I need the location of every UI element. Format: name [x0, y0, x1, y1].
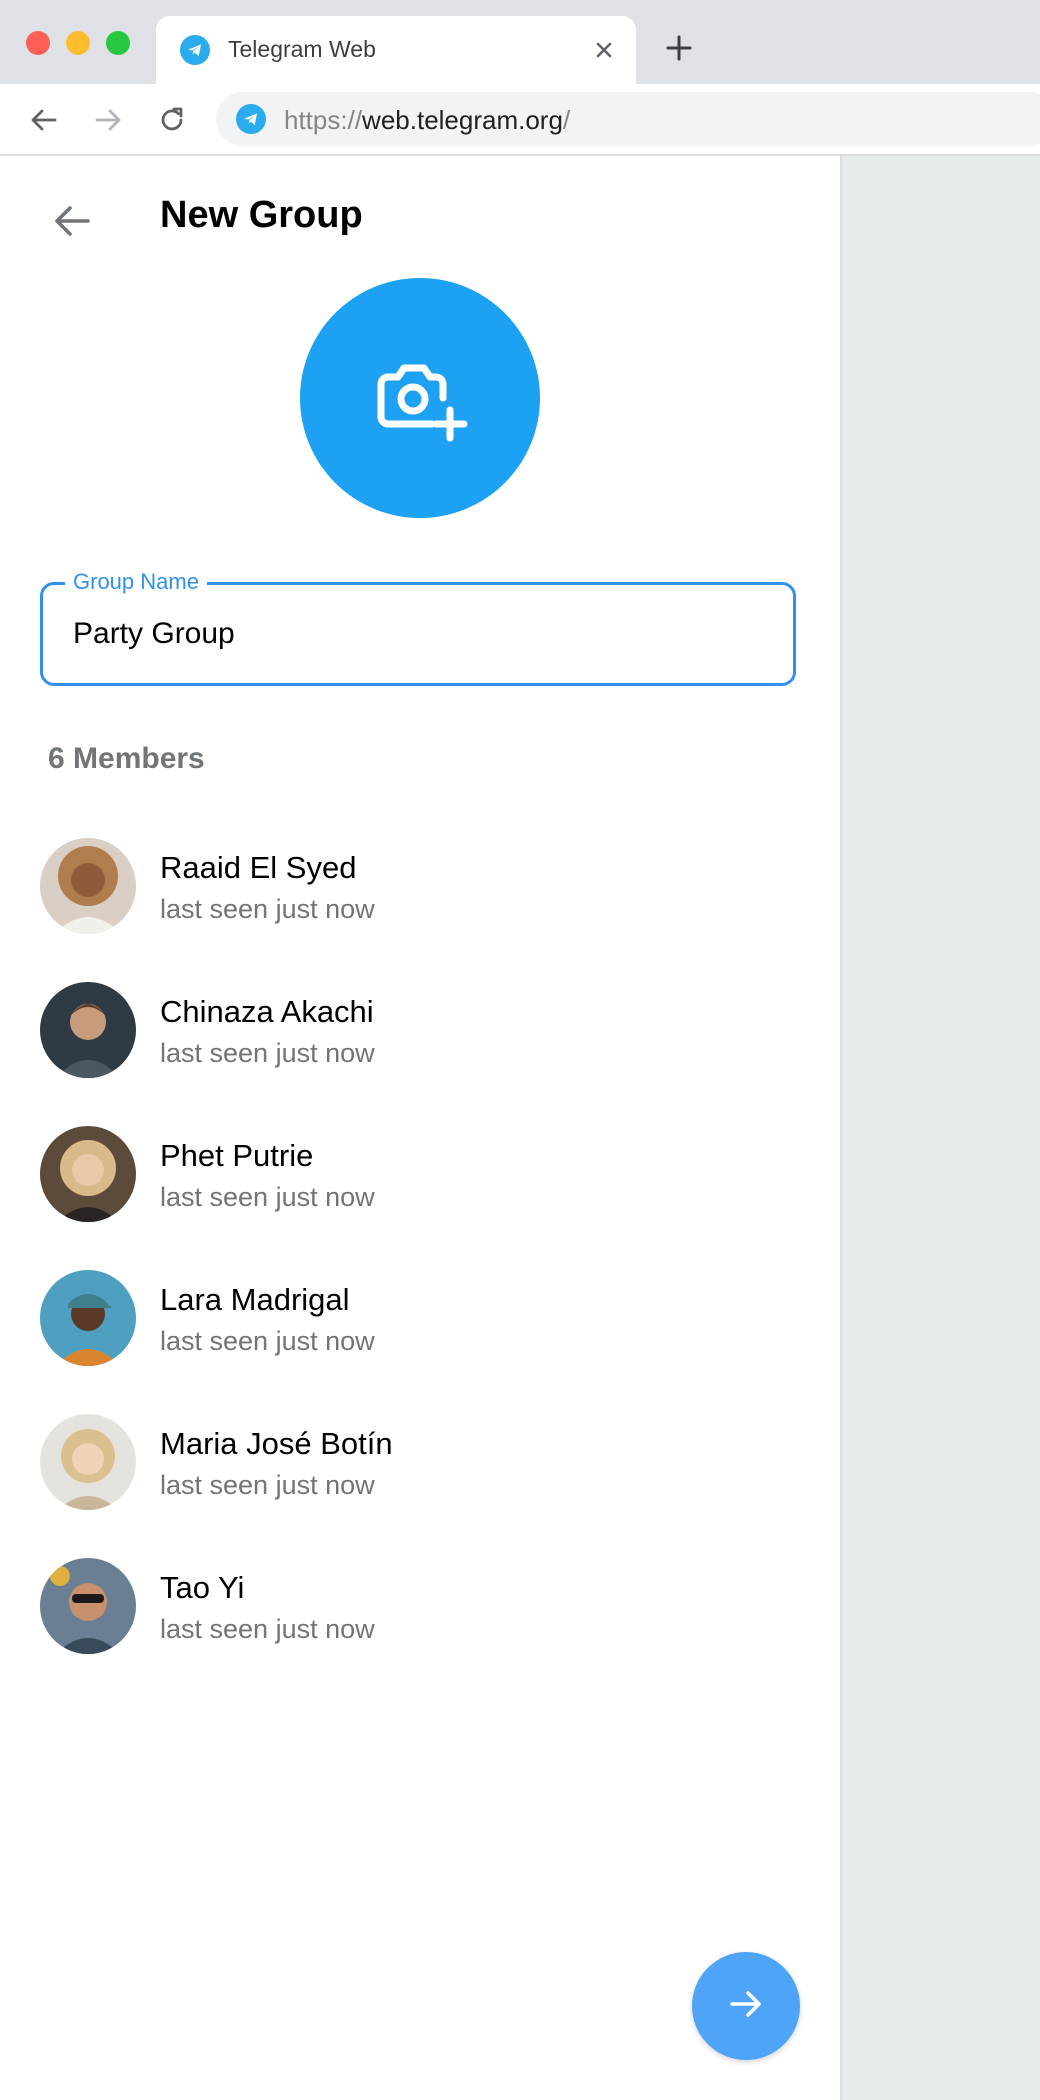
url-path: / — [562, 105, 571, 135]
member-status: last seen just now — [160, 1614, 375, 1644]
arrow-left-icon[interactable] — [46, 195, 98, 247]
browser-toolbar: https://web.telegram.org/ — [0, 84, 1040, 156]
member-name: Phet Putrie — [160, 1138, 314, 1173]
url-scheme: https:// — [284, 105, 363, 135]
camera-add-icon — [370, 346, 470, 451]
browser-back-icon[interactable] — [28, 104, 60, 136]
window-zoom-button[interactable] — [106, 31, 130, 55]
browser-forward-icon[interactable] — [92, 104, 124, 136]
reload-icon[interactable] — [156, 104, 188, 136]
group-avatar-upload-button[interactable] — [300, 278, 540, 518]
group-name-field[interactable]: Group Name Party Group — [40, 569, 796, 686]
member-name: Chinaza Akachi — [160, 994, 374, 1029]
avatar — [40, 838, 136, 934]
close-icon[interactable] — [590, 36, 618, 64]
member-name: Maria José Botín — [160, 1426, 393, 1461]
member-status: last seen just now — [160, 894, 375, 924]
page-title: New Group — [160, 194, 363, 236]
member-name: Raaid El Syed — [160, 850, 357, 885]
member-status: last seen just now — [160, 1182, 375, 1212]
member-status: last seen just now — [160, 1038, 375, 1068]
avatar — [40, 1126, 136, 1222]
group-name-input[interactable]: Party Group — [73, 617, 235, 651]
next-button[interactable] — [692, 1952, 800, 2060]
new-group-panel: New Group Group Name Party Group 6 Membe… — [0, 156, 842, 2100]
telegram-icon — [236, 104, 266, 134]
url-text: https://web.telegram.org/ — [284, 105, 570, 136]
list-item[interactable]: Lara Madrigal last seen just now — [0, 1258, 840, 1402]
url-host: web.telegram.org — [362, 105, 563, 135]
window-minimize-button[interactable] — [66, 31, 90, 55]
member-name: Lara Madrigal — [160, 1282, 350, 1317]
chat-area-placeholder — [842, 156, 1040, 2100]
window-close-button[interactable] — [26, 31, 50, 55]
member-status: last seen just now — [160, 1326, 375, 1356]
avatar — [40, 1558, 136, 1654]
url-bar[interactable]: https://web.telegram.org/ — [216, 92, 1040, 146]
browser-tab-telegram[interactable]: Telegram Web — [156, 16, 636, 84]
list-item[interactable]: Maria José Botín last seen just now — [0, 1402, 840, 1546]
list-item[interactable]: Tao Yi last seen just now — [0, 1546, 840, 1690]
arrow-right-icon — [724, 1982, 768, 2031]
tab-title: Telegram Web — [228, 36, 376, 62]
group-name-label: Group Name — [65, 569, 207, 595]
list-item[interactable]: Chinaza Akachi last seen just now — [0, 970, 840, 1114]
member-name: Tao Yi — [160, 1570, 245, 1605]
list-item[interactable]: Phet Putrie last seen just now — [0, 1114, 840, 1258]
list-item[interactable]: Raaid El Syed last seen just now — [0, 826, 840, 970]
avatar — [40, 1414, 136, 1510]
browser-tab-strip: Telegram Web — [0, 0, 1040, 84]
members-count-header: 6 Members — [48, 742, 205, 775]
telegram-icon — [180, 35, 210, 65]
member-list: Raaid El Syed last seen just now Chinaza… — [0, 826, 840, 1690]
avatar — [40, 1270, 136, 1366]
avatar — [40, 982, 136, 1078]
member-status: last seen just now — [160, 1470, 375, 1500]
new-tab-icon[interactable] — [664, 33, 694, 63]
